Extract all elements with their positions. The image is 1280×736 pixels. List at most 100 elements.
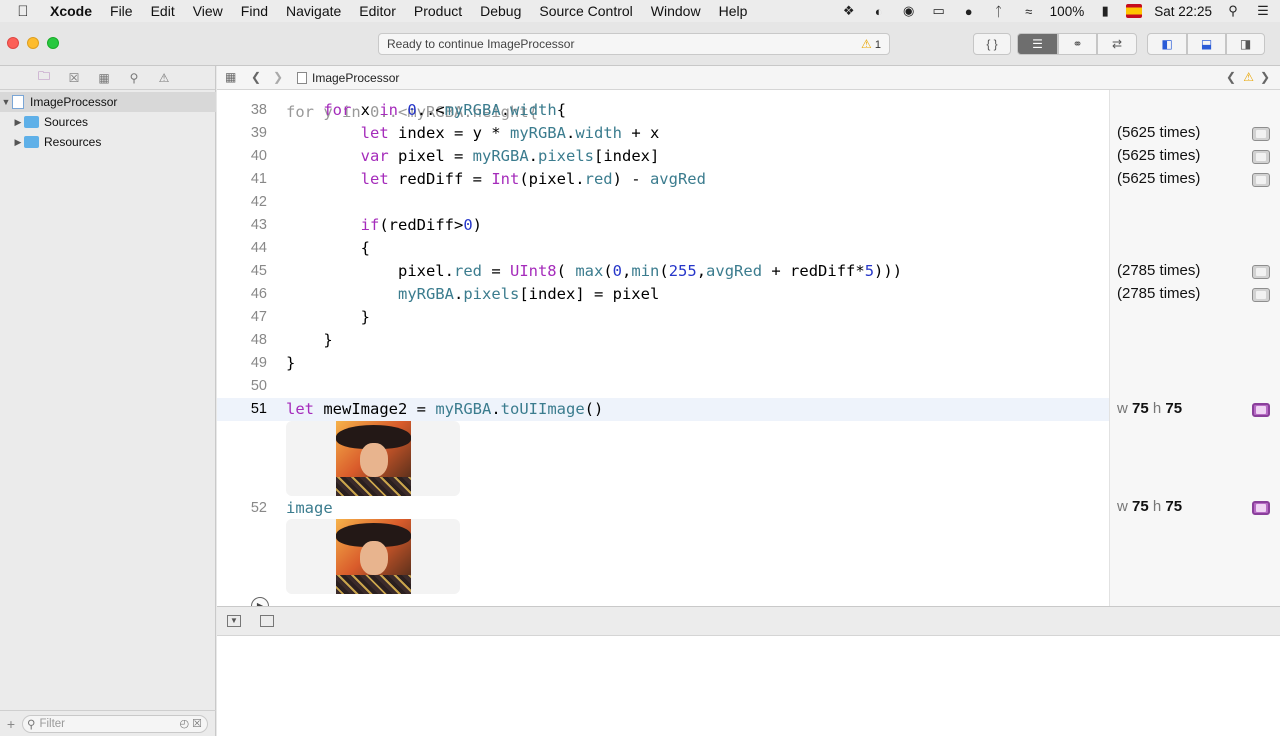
quick-look-button[interactable] — [1252, 173, 1270, 187]
warning-indicator[interactable]: ⚠ 1 — [861, 34, 881, 55]
tree-item-label: ImageProcessor — [30, 95, 118, 109]
zoom-window-button[interactable] — [47, 37, 59, 49]
code-line[interactable]: 42 — [217, 191, 1109, 214]
disclosure-closed-icon[interactable]: ▶ — [12, 117, 24, 128]
source-control-icon[interactable]: ☒ — [66, 71, 82, 85]
code-text: let mewImage2 = myRGBA.toUIImage() — [286, 400, 604, 418]
close-window-button[interactable] — [7, 37, 19, 49]
quick-look-button[interactable] — [1252, 288, 1270, 302]
run-playground-icon[interactable]: ▶ — [251, 597, 269, 606]
notification-center-icon[interactable]: ☰ — [1254, 3, 1272, 18]
code-line[interactable]: 39 let index = y * myRGBA.width + x — [217, 122, 1109, 145]
bluetooth-icon[interactable]: ᛏ — [990, 4, 1008, 19]
menu-app[interactable]: Xcode — [46, 3, 101, 19]
wifi-icon[interactable]: ≈ — [1020, 4, 1038, 19]
code-editor[interactable]: for y in 0..<myRGBA.height{ 38 for x in … — [217, 90, 1109, 606]
code-line[interactable]: 51 let mewImage2 = myRGBA.toUIImage() — [217, 398, 1109, 421]
portrait-image — [336, 519, 411, 594]
menu-help[interactable]: Help — [710, 3, 757, 19]
bottom-panel-icon: ⬓ — [1200, 37, 1213, 51]
warning-icon[interactable]: ⚠ — [1243, 70, 1254, 84]
code-line[interactable]: 52 image — [217, 497, 1109, 520]
toggle-debug-area-button[interactable]: ⬓ — [1187, 33, 1226, 55]
line-number: 40 — [250, 148, 267, 164]
menu-view[interactable]: View — [184, 3, 232, 19]
code-line[interactable]: 41 let redDiff = Int(pixel.red) - avgRed — [217, 168, 1109, 191]
menu-find[interactable]: Find — [232, 3, 277, 19]
code-line[interactable]: 46 myRGBA.pixels[index] = pixel — [217, 283, 1109, 306]
related-items-icon[interactable]: ▦ — [225, 70, 236, 84]
inline-image-preview[interactable] — [286, 519, 460, 594]
tree-item-sources[interactable]: ▶ Sources — [0, 112, 216, 132]
forward-arrow-icon[interactable]: ❯ — [273, 70, 283, 84]
previous-issue-icon[interactable]: ❮ — [1226, 70, 1236, 84]
stop-execution-icon[interactable] — [260, 615, 274, 627]
code-snippet-button[interactable]: { } — [973, 33, 1011, 55]
airplay-icon[interactable]: ▭ — [930, 3, 948, 18]
standard-editor-button[interactable]: ☰ — [1017, 33, 1058, 55]
hat-icon[interactable]: ● — [960, 4, 978, 19]
filter-input[interactable]: ⚲ Filter ◴ ☒ — [22, 714, 208, 733]
menu-editor[interactable]: Editor — [350, 3, 405, 19]
menu-navigate[interactable]: Navigate — [277, 3, 350, 19]
assistant-editor-button[interactable]: ⚭ — [1058, 33, 1097, 55]
menu-edit[interactable]: Edit — [142, 3, 184, 19]
menu-product[interactable]: Product — [405, 3, 471, 19]
add-file-button[interactable]: + — [0, 716, 22, 732]
jump-bar: ▦ ❮ ❯ ImageProcessor ❮ ⚠ ❯ — [217, 66, 1280, 90]
ghost-icon[interactable]: ◉ — [900, 3, 918, 18]
back-arrow-icon[interactable]: ❮ — [251, 70, 261, 84]
braces-icon: { } — [986, 37, 998, 51]
line-number: 48 — [250, 332, 267, 348]
tree-item-project[interactable]: ▼ ImageProcessor — [0, 92, 216, 112]
toggle-navigator-button[interactable]: ◧ — [1147, 33, 1187, 55]
folder-icon[interactable]: 🗀 — [36, 67, 52, 88]
minimize-window-button[interactable] — [27, 37, 39, 49]
sync-icon[interactable]: ◐ — [870, 4, 888, 19]
next-issue-icon[interactable]: ❯ — [1260, 70, 1270, 84]
code-line[interactable]: 49} — [217, 352, 1109, 375]
console-area[interactable] — [217, 636, 1280, 736]
dropbox-icon[interactable]: ❖ — [840, 3, 858, 18]
apple-menu-icon[interactable]:  — [0, 3, 46, 20]
hide-debug-area-icon[interactable]: ▼ — [227, 615, 241, 627]
code-text: let redDiff = Int(pixel.red) - avgRed — [360, 170, 706, 188]
height-label: h — [1152, 400, 1162, 417]
search-icon[interactable]: ⚲ — [126, 71, 142, 85]
show-result-button[interactable] — [1252, 501, 1270, 515]
code-line[interactable]: 43 if(redDiff>0) — [217, 214, 1109, 237]
issue-icon[interactable]: ⚠ — [156, 71, 172, 85]
code-line[interactable]: 44 { — [217, 237, 1109, 260]
quick-look-button[interactable] — [1252, 265, 1270, 279]
clock[interactable]: Sat 22:25 — [1154, 4, 1212, 19]
width-label: w — [1117, 400, 1128, 417]
code-text: pixel.red = UInt8( max(0,min(255,avgRed … — [286, 262, 903, 280]
menu-window[interactable]: Window — [642, 3, 710, 19]
result-value: (5625 times) — [1117, 147, 1201, 164]
breadcrumb[interactable]: ImageProcessor — [297, 71, 399, 85]
code-line[interactable]: 40 var pixel = myRGBA.pixels[index] — [217, 145, 1109, 168]
tree-item-resources[interactable]: ▶ Resources — [0, 132, 216, 152]
version-editor-button[interactable]: ⇄ — [1097, 33, 1137, 55]
quick-look-button[interactable] — [1252, 150, 1270, 164]
breadcrumb-file[interactable]: ImageProcessor — [312, 71, 399, 85]
disclosure-closed-icon[interactable]: ▶ — [12, 137, 24, 148]
toggle-utilities-button[interactable]: ◨ — [1226, 33, 1265, 55]
menu-debug[interactable]: Debug — [471, 3, 530, 19]
spotlight-search-icon[interactable]: ⚲ — [1224, 3, 1242, 18]
filter-options-icon[interactable]: ◴ ☒ — [179, 717, 202, 730]
symbol-icon[interactable]: ▦ — [96, 71, 112, 85]
inline-image-preview[interactable] — [286, 421, 460, 496]
menu-source-control[interactable]: Source Control — [530, 3, 641, 19]
battery-icon[interactable]: ▮ — [1096, 3, 1114, 18]
code-line[interactable]: 48 } — [217, 329, 1109, 352]
code-line[interactable]: 47 } — [217, 306, 1109, 329]
code-line[interactable]: 45 pixel.red = UInt8( max(0,min(255,avgR… — [217, 260, 1109, 283]
show-result-button[interactable] — [1252, 403, 1270, 417]
code-line[interactable]: 50 — [217, 375, 1109, 398]
disclosure-open-icon[interactable]: ▼ — [0, 97, 12, 107]
quick-look-button[interactable] — [1252, 127, 1270, 141]
input-source-flag-icon[interactable] — [1126, 4, 1143, 18]
menu-file[interactable]: File — [101, 3, 142, 19]
code-line[interactable]: 38 for x in 0..<myRGBA.width{ — [217, 99, 1109, 122]
